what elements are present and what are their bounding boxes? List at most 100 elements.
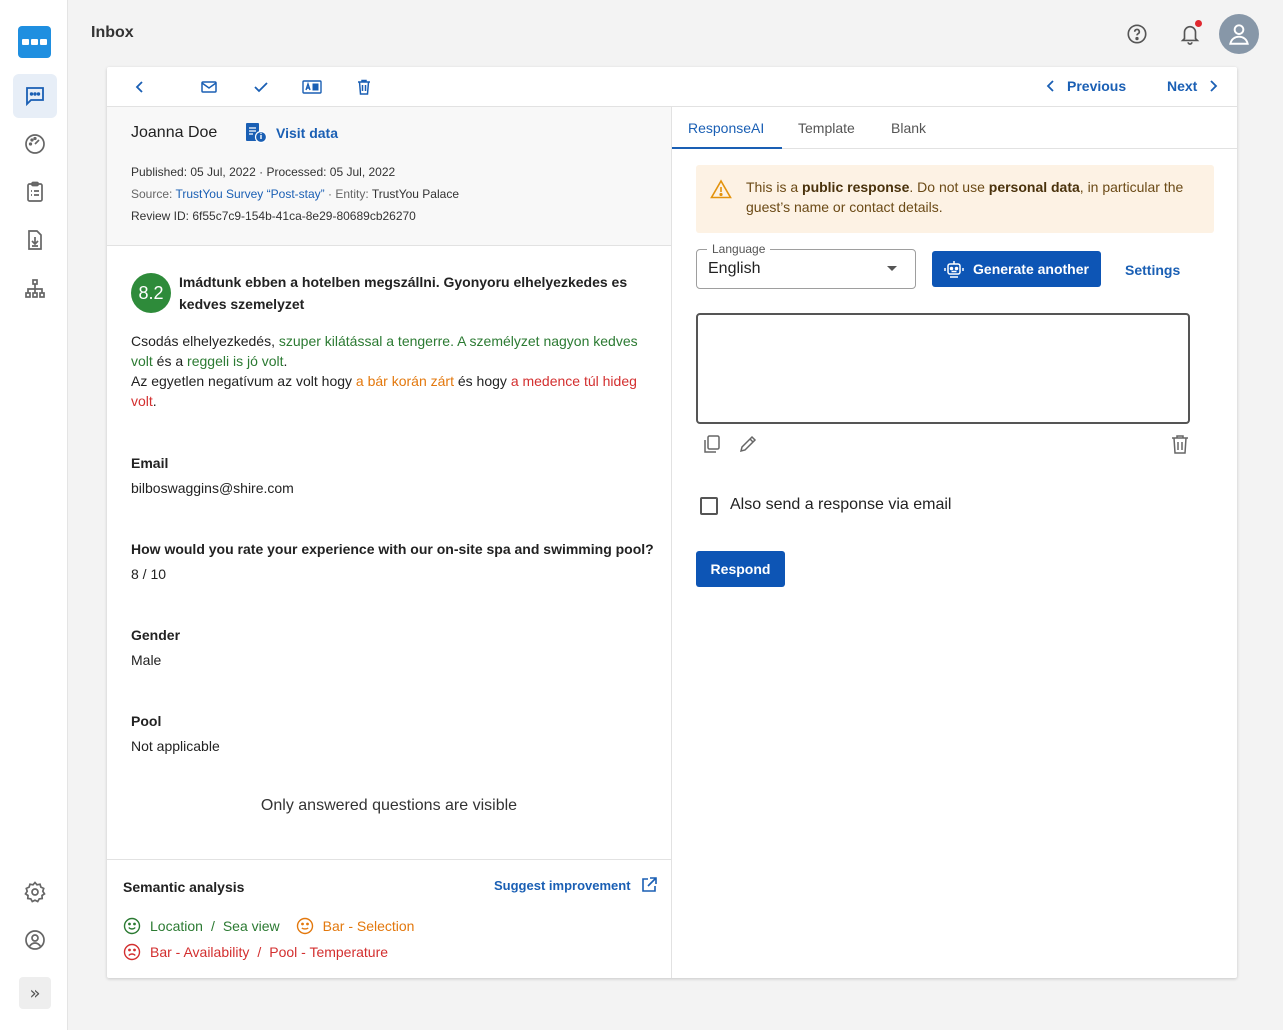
notifications-button[interactable]: [1177, 20, 1203, 48]
review-toolbar: Previous Next: [107, 67, 1237, 107]
visit-data-link[interactable]: Visit data: [244, 122, 338, 144]
avatar[interactable]: [1219, 14, 1259, 54]
clear-response-button[interactable]: [1171, 434, 1189, 459]
response-textarea[interactable]: [696, 313, 1190, 424]
published-date: Published: 05 Jul, 2022: [131, 165, 256, 179]
language-label: Language: [707, 242, 771, 256]
edit-button[interactable]: [738, 434, 758, 459]
answer-label: How would you rate your experience with …: [131, 541, 654, 557]
language-select[interactable]: Language English: [696, 242, 916, 289]
email-checkbox[interactable]: [700, 497, 718, 515]
review-text: Csodás elhelyezkedés, szuper kilátással …: [131, 331, 651, 411]
help-button[interactable]: [1125, 22, 1149, 46]
processed-date: Processed: 05 Jul, 2022: [266, 165, 396, 179]
alert-segment: . Do not use: [909, 179, 989, 195]
envelope-icon: [201, 81, 217, 93]
text-segment: és hogy: [453, 373, 511, 389]
settings-link[interactable]: Settings: [1125, 262, 1180, 278]
answer-label: Pool: [131, 713, 162, 729]
semantic-separator: /: [210, 918, 215, 934]
alert-emphasis: personal data: [988, 179, 1080, 195]
logo-icon[interactable]: [18, 26, 51, 58]
score-badge: 8.2: [131, 273, 171, 313]
guest-name: Joanna Doe: [131, 124, 218, 141]
nav-organization[interactable]: [13, 267, 57, 311]
generate-another-button[interactable]: Generate another: [932, 251, 1101, 287]
chevron-right-icon: [1210, 80, 1218, 92]
tab-responseai[interactable]: ResponseAI: [688, 120, 764, 136]
respond-button[interactable]: Respond: [696, 551, 785, 587]
nav-surveys[interactable]: [13, 170, 57, 214]
source-line: Source: TrustYou Survey “Post-stay” · En…: [131, 187, 459, 201]
entity-value: TrustYou Palace: [371, 187, 459, 201]
nav-export[interactable]: [13, 218, 57, 262]
semantic-row-1: Location / Sea view Bar - Selection: [123, 917, 414, 935]
notification-dot: [1195, 20, 1202, 27]
suggest-improvement-link[interactable]: Suggest improvement: [494, 877, 657, 893]
text-segment: és a: [152, 353, 188, 369]
only-answered-note: Only answered questions are visible: [260, 797, 518, 814]
translate-button[interactable]: [301, 76, 323, 98]
review-id: Review ID: 6f55c7c9-154b-41ca-8e29-80689…: [131, 209, 416, 223]
frown-icon: [123, 943, 141, 961]
public-response-alert: This is a public response. Do not use pe…: [696, 165, 1214, 233]
neutral-segment: a bár korán zárt: [355, 373, 454, 389]
semantic-separator: /: [257, 944, 262, 960]
semantic-title: Semantic analysis: [123, 879, 245, 895]
sitemap-icon: [25, 279, 45, 298]
answer-value: bilboswaggins@shire.com: [131, 480, 294, 496]
pencil-icon: [739, 435, 757, 453]
source-link[interactable]: TrustYou Survey “Post-stay”: [175, 187, 324, 201]
next-button[interactable]: Next: [1167, 78, 1219, 94]
side-navigation: »: [0, 0, 68, 1030]
semantic-row-2: Bar - Availability / Pool - Temperature: [123, 943, 388, 961]
text-segment: Az egyetlen negatívum az volt hogy: [131, 373, 356, 389]
alert-emphasis: public response: [802, 179, 910, 195]
dashboard-icon: [25, 134, 45, 154]
text-segment: .: [283, 353, 288, 369]
nav-dashboard[interactable]: [13, 122, 57, 166]
visit-data-label: Visit data: [276, 125, 338, 141]
review-pane: Joanna Doe Visit data Published: 05 Jul,…: [107, 107, 672, 978]
copy-icon: [704, 435, 720, 453]
delete-review-button[interactable]: [353, 76, 375, 98]
review-title: Imádtunk ebben a hotelben megszállni. Gy…: [179, 274, 628, 312]
check-icon: [254, 82, 268, 93]
semantic-tag: Bar - Availability: [150, 944, 250, 960]
trash-icon: [358, 79, 370, 95]
warning-icon: [710, 179, 732, 199]
expand-sidebar-button[interactable]: »: [19, 977, 51, 1009]
semantic-tag: Location: [150, 918, 203, 934]
previous-button[interactable]: Previous: [1045, 78, 1126, 94]
mark-done-button[interactable]: [250, 76, 272, 98]
semantic-tag: Bar - Selection: [322, 918, 415, 934]
external-link-icon: [641, 877, 657, 892]
clipboard-icon: [27, 181, 43, 202]
answer-value: Male: [131, 652, 162, 668]
tab-template[interactable]: Template: [798, 120, 855, 136]
text-segment: Csodás elhelyezkedés,: [131, 333, 279, 349]
avatar-icon: [1229, 24, 1249, 45]
answer-value: Not applicable: [131, 738, 220, 754]
source-label: Source:: [131, 187, 173, 201]
back-button[interactable]: [129, 76, 151, 98]
email-checkbox-label: Also send a response via email: [730, 496, 952, 513]
semantic-analysis: Semantic analysis Suggest improvement Lo…: [107, 859, 671, 978]
nav-profile[interactable]: [13, 918, 57, 962]
active-tab-indicator: [672, 147, 782, 149]
positive-segment: reggeli is jó volt: [187, 353, 284, 369]
language-value: English: [708, 260, 761, 277]
chevron-left-icon: [135, 81, 143, 93]
trash-icon: [1172, 435, 1188, 454]
nav-settings[interactable]: [13, 870, 57, 914]
document-info-icon: [246, 123, 268, 144]
help-icon: [1127, 24, 1147, 44]
copy-button[interactable]: [702, 434, 722, 459]
mark-unread-button[interactable]: [198, 76, 220, 98]
translate-icon: [302, 80, 322, 94]
nav-inbox[interactable]: [13, 74, 57, 118]
response-pane: ResponseAI Template Blank This is a publ…: [672, 107, 1237, 978]
response-tabs: ResponseAI Template Blank: [672, 107, 1237, 149]
tab-blank[interactable]: Blank: [891, 120, 926, 136]
answer-label: Email: [131, 455, 169, 471]
